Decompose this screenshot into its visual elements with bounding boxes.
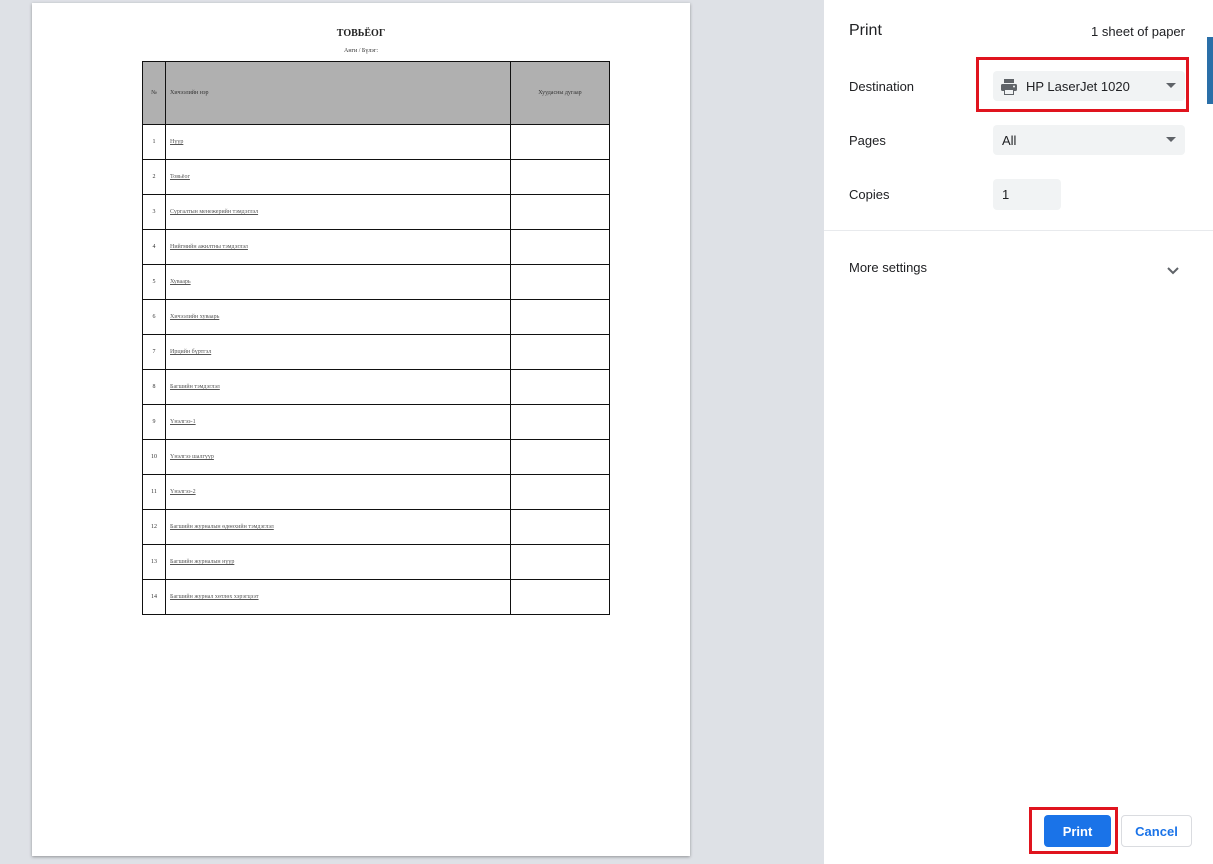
toc-row-link[interactable]: Үнэлгээ шалгуур xyxy=(170,454,214,460)
toc-table: № Хичээлийн нэр Хуудасны дугаар 1 Нүүр 2 То… xyxy=(142,61,610,615)
toc-row-name-cell: Багшийн журнал хөтлөх хэрэгцээт xyxy=(165,579,511,615)
toc-body: 1 Нүүр 2 Товьёог 3 Сургалтын менежерийн тэмдэ… xyxy=(142,124,610,615)
toc-row-page xyxy=(510,509,610,545)
cancel-button[interactable]: Cancel xyxy=(1121,815,1192,847)
toc-row-number: 1 xyxy=(142,124,166,160)
toc-row-page xyxy=(510,264,610,300)
toc-row-page xyxy=(510,159,610,195)
toc-row-number: 11 xyxy=(142,474,166,510)
more-settings-label: More settings xyxy=(849,260,928,275)
toc-row-page xyxy=(510,229,610,265)
toc-row: 10 Үнэлгээ шалгуур xyxy=(142,439,610,475)
toc-row-link[interactable]: Үнэлгээ-2 xyxy=(170,489,196,495)
toc-row-number: 14 xyxy=(142,579,166,615)
toc-row-number: 10 xyxy=(142,439,166,475)
scrollbar-accent xyxy=(1207,37,1213,104)
toc-row-page xyxy=(510,579,610,615)
copies-label: Copies xyxy=(849,187,890,202)
toc-row: 8 Багшийн тэмдэглэл xyxy=(142,369,610,405)
toc-row-link[interactable]: Товьёог xyxy=(170,174,190,180)
pages-select[interactable]: All xyxy=(993,125,1185,155)
toc-row-link[interactable]: Нийгмийн ажилтны тэмдэглэл xyxy=(170,244,248,250)
panel-title: Print xyxy=(849,22,882,39)
toc-row-page xyxy=(510,404,610,440)
toc-row: 13 Багшийн журналын нүүр xyxy=(142,544,610,580)
chevron-down-icon xyxy=(1166,137,1176,142)
toc-row-name-cell: Нүүр xyxy=(165,124,511,160)
toc-row-name-cell: Үнэлгээ-1 xyxy=(165,404,511,440)
toc-row-name-cell: Хуваарь xyxy=(165,264,511,300)
toc-row: 14 Багшийн журнал хөтлөх хэрэгцээт xyxy=(142,579,610,615)
toc-row: 9 Үнэлгээ-1 xyxy=(142,404,610,440)
toc-row: 12 Багшийн журналын өдөөхийн тэмдэглэл xyxy=(142,509,610,545)
toc-row-name-cell: Нийгмийн ажилтны тэмдэглэл xyxy=(165,229,511,265)
destination-highlight xyxy=(976,57,1189,112)
more-settings-toggle[interactable]: More settings xyxy=(824,248,1213,286)
toc-row-link[interactable]: Багшийн журналын нүүр xyxy=(170,559,234,565)
toc-row: 2 Товьёог xyxy=(142,159,610,195)
toc-row-link[interactable]: Багшийн тэмдэглэл xyxy=(170,384,220,390)
toc-row-name-cell: Сургалтын менежерийн тэмдэглэл xyxy=(165,194,511,230)
toc-row-number: 13 xyxy=(142,544,166,580)
toc-row-number: 3 xyxy=(142,194,166,230)
toc-row-link[interactable]: Ирцийн бүртгэл xyxy=(170,349,211,355)
toc-row-number: 9 xyxy=(142,404,166,440)
toc-row: 3 Сургалтын менежерийн тэмдэглэл xyxy=(142,194,610,230)
toc-row-name-cell: Үнэлгээ-2 xyxy=(165,474,511,510)
toc-row: 6 Хичээлийн хуваарь xyxy=(142,299,610,335)
toc-row-number: 5 xyxy=(142,264,166,300)
toc-row-link[interactable]: Багшийн журнал хөтлөх хэрэгцээт xyxy=(170,594,259,600)
toc-row-number: 6 xyxy=(142,299,166,335)
header-page-number: Хуудасны дугаар xyxy=(510,61,610,125)
toc-row: 4 Нийгмийн ажилтны тэмдэглэл xyxy=(142,229,610,265)
toc-row-link[interactable]: Хичээлийн хуваарь xyxy=(170,314,219,320)
toc-row-number: 7 xyxy=(142,334,166,370)
header-number: № xyxy=(142,61,166,125)
toc-row: 5 Хуваарь xyxy=(142,264,610,300)
toc-row-number: 8 xyxy=(142,369,166,405)
toc-row-page xyxy=(510,194,610,230)
toc-row-number: 4 xyxy=(142,229,166,265)
toc-row-page xyxy=(510,124,610,160)
header-lesson-name: Хичээлийн нэр xyxy=(165,61,511,125)
toc-row-link[interactable]: Хуваарь xyxy=(170,279,191,285)
toc-row-number: 12 xyxy=(142,509,166,545)
toc-row-name-cell: Ирцийн бүртгэл xyxy=(165,334,511,370)
toc-row-name-cell: Хичээлийн хуваарь xyxy=(165,299,511,335)
toc-row-link[interactable]: Нүүр xyxy=(170,139,183,145)
toc-row-page xyxy=(510,369,610,405)
toc-row-page xyxy=(510,334,610,370)
toc-row-name-cell: Багшийн журналын өдөөхийн тэмдэглэл xyxy=(165,509,511,545)
toc-row-page xyxy=(510,299,610,335)
toc-row-page xyxy=(510,439,610,475)
print-preview-area: ТОВЬЁОГ Анги / Бүлэг: № Хичээлийн нэр Ху… xyxy=(0,0,824,864)
pages-label: Pages xyxy=(849,133,886,148)
toc-row-name-cell: Товьёог xyxy=(165,159,511,195)
print-settings-panel: Print 1 sheet of paper Destination HP La… xyxy=(824,0,1213,864)
toc-row-name-cell: Багшийн тэмдэглэл xyxy=(165,369,511,405)
toc-row: 1 Нүүр xyxy=(142,124,610,160)
document-title: ТОВЬЁОГ xyxy=(336,28,386,39)
copies-input[interactable] xyxy=(993,179,1061,210)
divider xyxy=(824,230,1213,231)
toc-row-page xyxy=(510,544,610,580)
preview-page: ТОВЬЁОГ Анги / Бүлэг: № Хичээлийн нэр Ху… xyxy=(32,3,690,856)
toc-row-name-cell: Үнэлгээ шалгуур xyxy=(165,439,511,475)
toc-row: 11 Үнэлгээ-2 xyxy=(142,474,610,510)
toc-row-link[interactable]: Үнэлгээ-1 xyxy=(170,419,196,425)
toc-row-name-cell: Багшийн журналын нүүр xyxy=(165,544,511,580)
toc-row-page xyxy=(510,474,610,510)
sheet-count: 1 sheet of paper xyxy=(1091,24,1185,39)
pages-value: All xyxy=(1002,133,1017,148)
toc-row-link[interactable]: Сургалтын менежерийн тэмдэглэл xyxy=(170,209,258,215)
toc-header-row: № Хичээлийн нэр Хуудасны дугаар xyxy=(142,61,610,125)
toc-row-link[interactable]: Багшийн журналын өдөөхийн тэмдэглэл xyxy=(170,524,274,530)
toc-row: 7 Ирцийн бүртгэл xyxy=(142,334,610,370)
chevron-down-icon xyxy=(1167,262,1179,280)
print-button[interactable]: Print xyxy=(1044,815,1111,847)
destination-label: Destination xyxy=(849,79,915,94)
toc-row-number: 2 xyxy=(142,159,166,195)
document-subtitle: Анги / Бүлэг: xyxy=(343,48,379,54)
